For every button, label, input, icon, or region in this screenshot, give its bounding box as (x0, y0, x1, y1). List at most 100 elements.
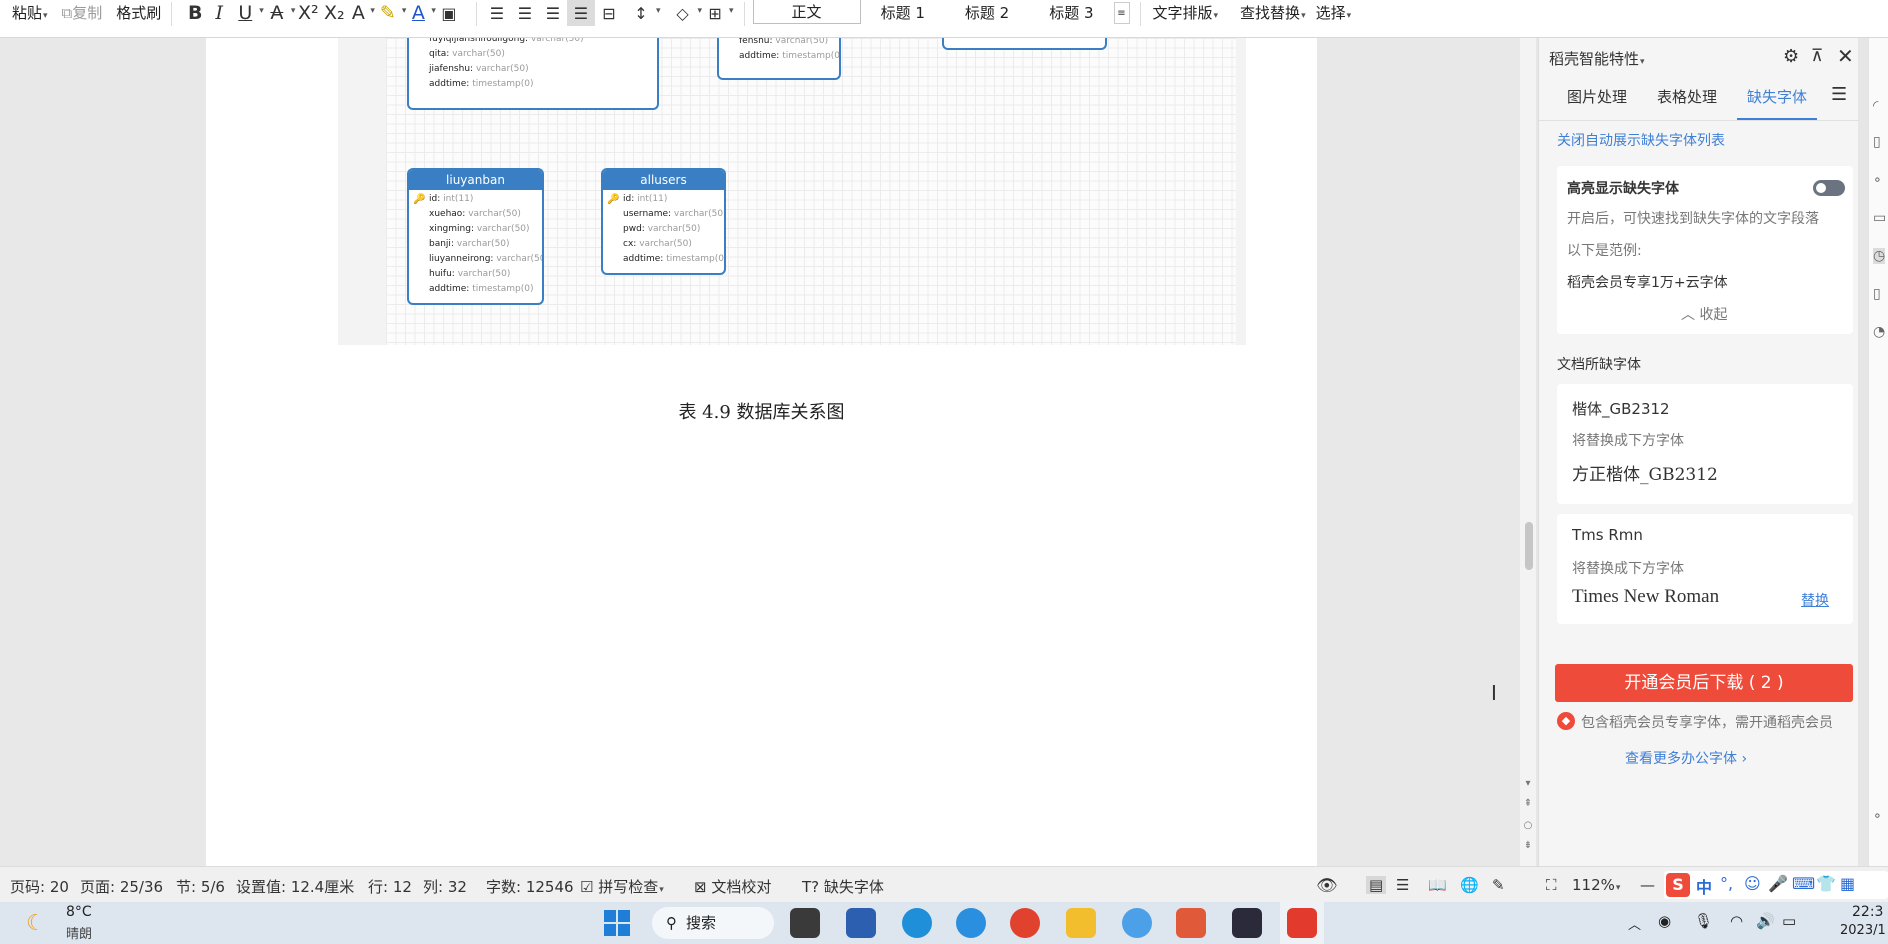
style-heading-1[interactable]: 标题 1 (861, 0, 945, 24)
page-view-icon[interactable]: ▤ (1366, 876, 1387, 894)
powerpoint-icon[interactable] (1176, 908, 1206, 938)
close-icon[interactable]: ✕ (1837, 44, 1854, 68)
line-spacing-icon[interactable]: ↕ (627, 0, 655, 26)
paste-button[interactable]: 粘贴▾ (12, 0, 48, 26)
collapse-button[interactable]: ︿ 收起 (1681, 304, 1727, 324)
edge-browser-icon[interactable] (902, 908, 932, 938)
align-left-icon[interactable]: ☰ (483, 0, 511, 26)
eye-protection-icon[interactable]: 👁 (1316, 876, 1338, 896)
side-icon[interactable]: ∘ (1873, 808, 1882, 824)
qq-icon[interactable]: ◉ (1658, 912, 1671, 930)
highlight-toggle[interactable] (1813, 180, 1845, 196)
next-page-icon[interactable]: ⇟ (1522, 840, 1534, 851)
task-view-icon[interactable] (790, 908, 820, 938)
jetbrains-icon[interactable] (1232, 908, 1262, 938)
text-layout-button[interactable]: 文字排版▾ (1153, 0, 1219, 26)
scroll-down-icon[interactable]: ▾ (1522, 778, 1534, 789)
weather-temp[interactable]: 8°C (66, 904, 92, 920)
zoom-out-icon[interactable]: — (1640, 876, 1655, 894)
missing-font-button[interactable]: T? 缺失字体 (802, 876, 884, 897)
spellcheck-button[interactable]: ☑ 拼写检查▾ (580, 876, 664, 897)
distribute-icon[interactable]: ⊟ (595, 0, 623, 26)
replace-link[interactable]: 替换 (1801, 590, 1829, 610)
more-fonts-link[interactable]: 查看更多办公字体 › (1625, 748, 1747, 768)
italic-icon[interactable]: I (206, 0, 232, 26)
side-icon[interactable]: ▭ (1873, 210, 1886, 226)
reading-view-icon[interactable]: 📖 (1428, 876, 1447, 894)
prev-page-icon[interactable]: ⇞ (1522, 798, 1534, 809)
chrome-icon[interactable] (1010, 908, 1040, 938)
pen-icon[interactable]: ✎ (1492, 876, 1505, 894)
microphone-icon[interactable]: 🎙 (1694, 912, 1713, 930)
side-icon-active[interactable]: ◷ (1873, 248, 1886, 264)
punctuation-icon[interactable]: °, (1720, 874, 1733, 893)
clock-date[interactable]: 2023/1 (1840, 923, 1886, 938)
skin-icon[interactable]: 👕 (1816, 874, 1836, 893)
wifi-icon[interactable]: ◠ (1730, 912, 1743, 930)
vertical-scrollbar[interactable] (1520, 38, 1536, 866)
fit-page-icon[interactable]: ⛶ (1546, 876, 1557, 894)
scrollbar-thumb[interactable] (1525, 522, 1533, 570)
select-browse-object-icon[interactable]: ○ (1522, 820, 1534, 831)
weather-condition[interactable]: 晴朗 (66, 923, 92, 942)
toolbox-icon[interactable]: ▦ (1840, 874, 1855, 893)
find-replace-button[interactable]: 查找替换▾ (1240, 0, 1306, 26)
style-heading-2[interactable]: 标题 2 (945, 0, 1029, 24)
side-icon[interactable]: ∘ (1873, 172, 1882, 188)
format-painter-button[interactable]: 格式刷 (116, 0, 161, 26)
superscript-icon[interactable]: X² (295, 0, 321, 26)
tab-missing-fonts[interactable]: 缺失字体 (1747, 86, 1807, 107)
style-heading-3[interactable]: 标题 3 (1029, 0, 1113, 24)
word-count[interactable]: 字数: 12546 (486, 876, 574, 897)
keyboard-icon[interactable]: ⌨ (1792, 874, 1815, 893)
clock-time[interactable]: 22:3 (1852, 904, 1883, 920)
file-explorer-icon[interactable] (1066, 908, 1096, 938)
windows-start-icon[interactable] (604, 910, 630, 936)
outline-view-icon[interactable]: ☰ (1396, 876, 1409, 894)
justify-icon[interactable]: ☰ (566, 0, 595, 26)
moon-weather-icon[interactable]: ☾ (26, 911, 46, 936)
char-border-icon[interactable]: ▣ (436, 0, 462, 26)
zoom-dropdown[interactable]: 112%▾ (1572, 876, 1620, 894)
web-view-icon[interactable]: 🌐 (1460, 876, 1479, 894)
tab-image-processing[interactable]: 图片处理 (1567, 86, 1627, 107)
underline-icon[interactable]: U (232, 0, 258, 26)
menu-icon[interactable]: ☰ (1831, 84, 1847, 105)
side-icon[interactable]: ▯ (1873, 286, 1881, 302)
pin-icon[interactable]: ⊼ (1811, 46, 1823, 66)
bold-icon[interactable]: B (184, 0, 206, 26)
battery-icon[interactable]: ▭ (1782, 912, 1796, 930)
subscript-icon[interactable]: X₂ (321, 0, 347, 26)
tab-table-processing[interactable]: 表格处理 (1657, 86, 1717, 107)
styles-more-icon[interactable]: ≡ (1113, 2, 1130, 24)
row-number[interactable]: 行: 12 (368, 876, 412, 897)
document-page[interactable]: fuyiqijianshifouligong: varchar(50) qita… (206, 38, 1497, 866)
ime-mode[interactable]: 中 (1696, 874, 1712, 898)
text-effect-icon[interactable]: A (347, 0, 369, 26)
column-number[interactable]: 列: 32 (423, 876, 467, 897)
side-icon[interactable]: ◔ (1873, 324, 1885, 340)
setting-value[interactable]: 设置值: 12.4厘米 (236, 876, 354, 897)
shading-icon[interactable]: ◇ (668, 0, 696, 26)
page-code[interactable]: 页码: 20 (10, 876, 69, 897)
er-diagram-figure[interactable]: fuyiqijianshifouligong: varchar(50) qita… (338, 38, 1246, 345)
side-icon[interactable]: ▯ (1873, 134, 1881, 150)
volume-icon[interactable]: 🔊 (1756, 912, 1775, 930)
taskbar-search[interactable]: ⚲ 搜索 (652, 907, 774, 939)
voice-icon[interactable]: 🎤 (1768, 874, 1788, 893)
align-center-icon[interactable]: ☰ (511, 0, 539, 26)
tray-chevron-icon[interactable]: ︿ (1628, 914, 1641, 933)
side-icon[interactable]: ◜ (1873, 98, 1878, 114)
section[interactable]: 节: 5/6 (176, 876, 225, 897)
borders-icon[interactable]: ⊞ (702, 0, 728, 26)
style-normal[interactable]: 正文 (752, 0, 861, 24)
font-color-icon[interactable]: A (406, 0, 430, 26)
ie-browser-icon[interactable] (956, 908, 986, 938)
strikethrough-icon[interactable]: A (264, 0, 290, 26)
select-button[interactable]: 选择▾ (1316, 0, 1352, 26)
proofread-button[interactable]: ⊠ 文档校对 (694, 876, 771, 897)
app-icon[interactable] (846, 908, 876, 938)
wps-icon[interactable] (1287, 908, 1317, 938)
download-button[interactable]: 开通会员后下载 ( 2 ) (1555, 664, 1853, 702)
align-right-icon[interactable]: ☰ (539, 0, 567, 26)
